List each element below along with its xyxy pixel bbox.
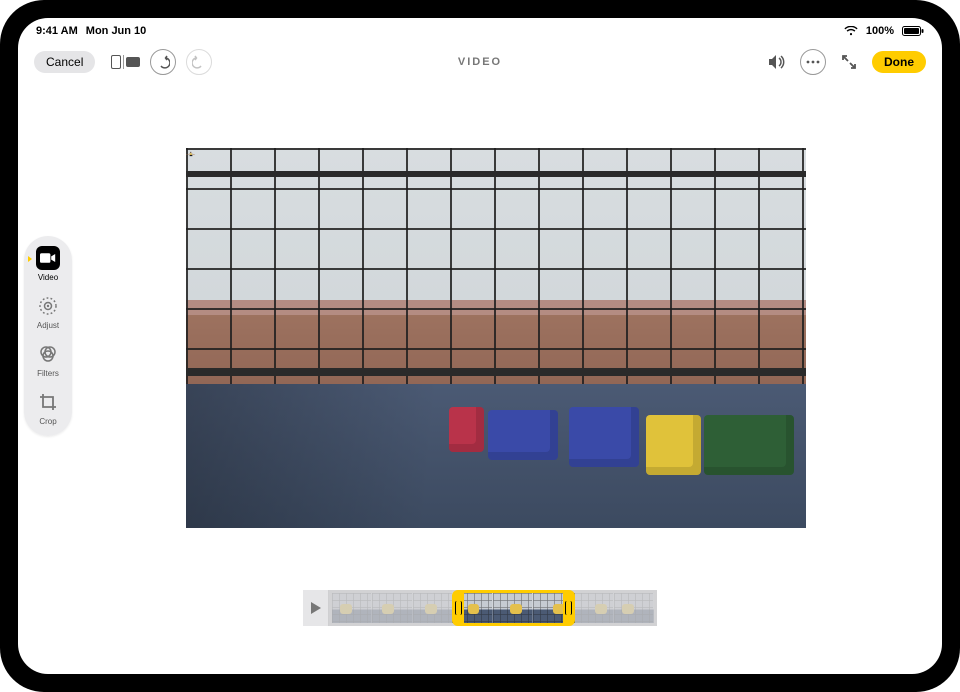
landscape-icon: [126, 57, 140, 67]
status-left: 9:41 AM Mon Jun 10: [36, 25, 146, 37]
battery-pct: 100%: [866, 25, 894, 37]
battery-icon: [902, 26, 924, 36]
timeline-thumbnail[interactable]: [332, 593, 372, 623]
screen: 9:41 AM Mon Jun 10 100% Cancel: [18, 18, 942, 674]
tool-video[interactable]: Video: [36, 246, 60, 282]
aspect-ratio-button[interactable]: [111, 55, 140, 69]
tool-filters[interactable]: Filters: [36, 342, 60, 378]
timeline-thumbnail[interactable]: [533, 593, 573, 623]
status-time: 9:41 AM: [36, 25, 78, 37]
status-right: 100%: [844, 25, 924, 37]
tool-crop[interactable]: Crop: [36, 390, 60, 426]
filters-icon: [36, 342, 60, 366]
play-button[interactable]: [303, 590, 329, 626]
editor-toolbar: Cancel VIDEO: [18, 42, 942, 82]
adjust-icon: [36, 294, 60, 318]
tool-crop-label: Crop: [39, 417, 56, 426]
fullscreen-button[interactable]: [836, 49, 862, 75]
ipad-frame: 9:41 AM Mon Jun 10 100% Cancel: [0, 0, 960, 692]
frame-viewer: [303, 590, 657, 626]
cancel-button[interactable]: Cancel: [34, 51, 95, 73]
video-preview[interactable]: [186, 148, 806, 528]
timeline-thumbnail[interactable]: [413, 593, 453, 623]
portrait-icon: [111, 55, 121, 69]
tool-adjust-label: Adjust: [37, 321, 59, 330]
timeline-thumbnail[interactable]: [372, 593, 412, 623]
timeline-thumbnail[interactable]: [614, 593, 654, 623]
active-indicator-icon: [28, 256, 32, 262]
redo-button[interactable]: [186, 49, 212, 75]
preview-image: [186, 148, 806, 528]
timeline-strip[interactable]: [329, 590, 657, 626]
volume-button[interactable]: [764, 49, 790, 75]
editor-mode-title: VIDEO: [458, 56, 502, 68]
video-icon: [36, 246, 60, 270]
wifi-icon: [844, 26, 858, 36]
status-date: Mon Jun 10: [86, 25, 147, 37]
tool-adjust[interactable]: Adjust: [36, 294, 60, 330]
done-button[interactable]: Done: [872, 51, 926, 73]
more-options-button[interactable]: [800, 49, 826, 75]
tool-video-label: Video: [38, 273, 58, 282]
status-bar: 9:41 AM Mon Jun 10 100%: [18, 18, 942, 40]
timeline-thumbnail[interactable]: [493, 593, 533, 623]
timeline-thumbnail[interactable]: [453, 593, 493, 623]
edit-tool-sidebar: Video Adjust Filters Crop: [24, 236, 72, 436]
timeline-thumbnail[interactable]: [574, 593, 614, 623]
undo-button[interactable]: [150, 49, 176, 75]
crop-icon: [36, 390, 60, 414]
tool-filters-label: Filters: [37, 369, 59, 378]
